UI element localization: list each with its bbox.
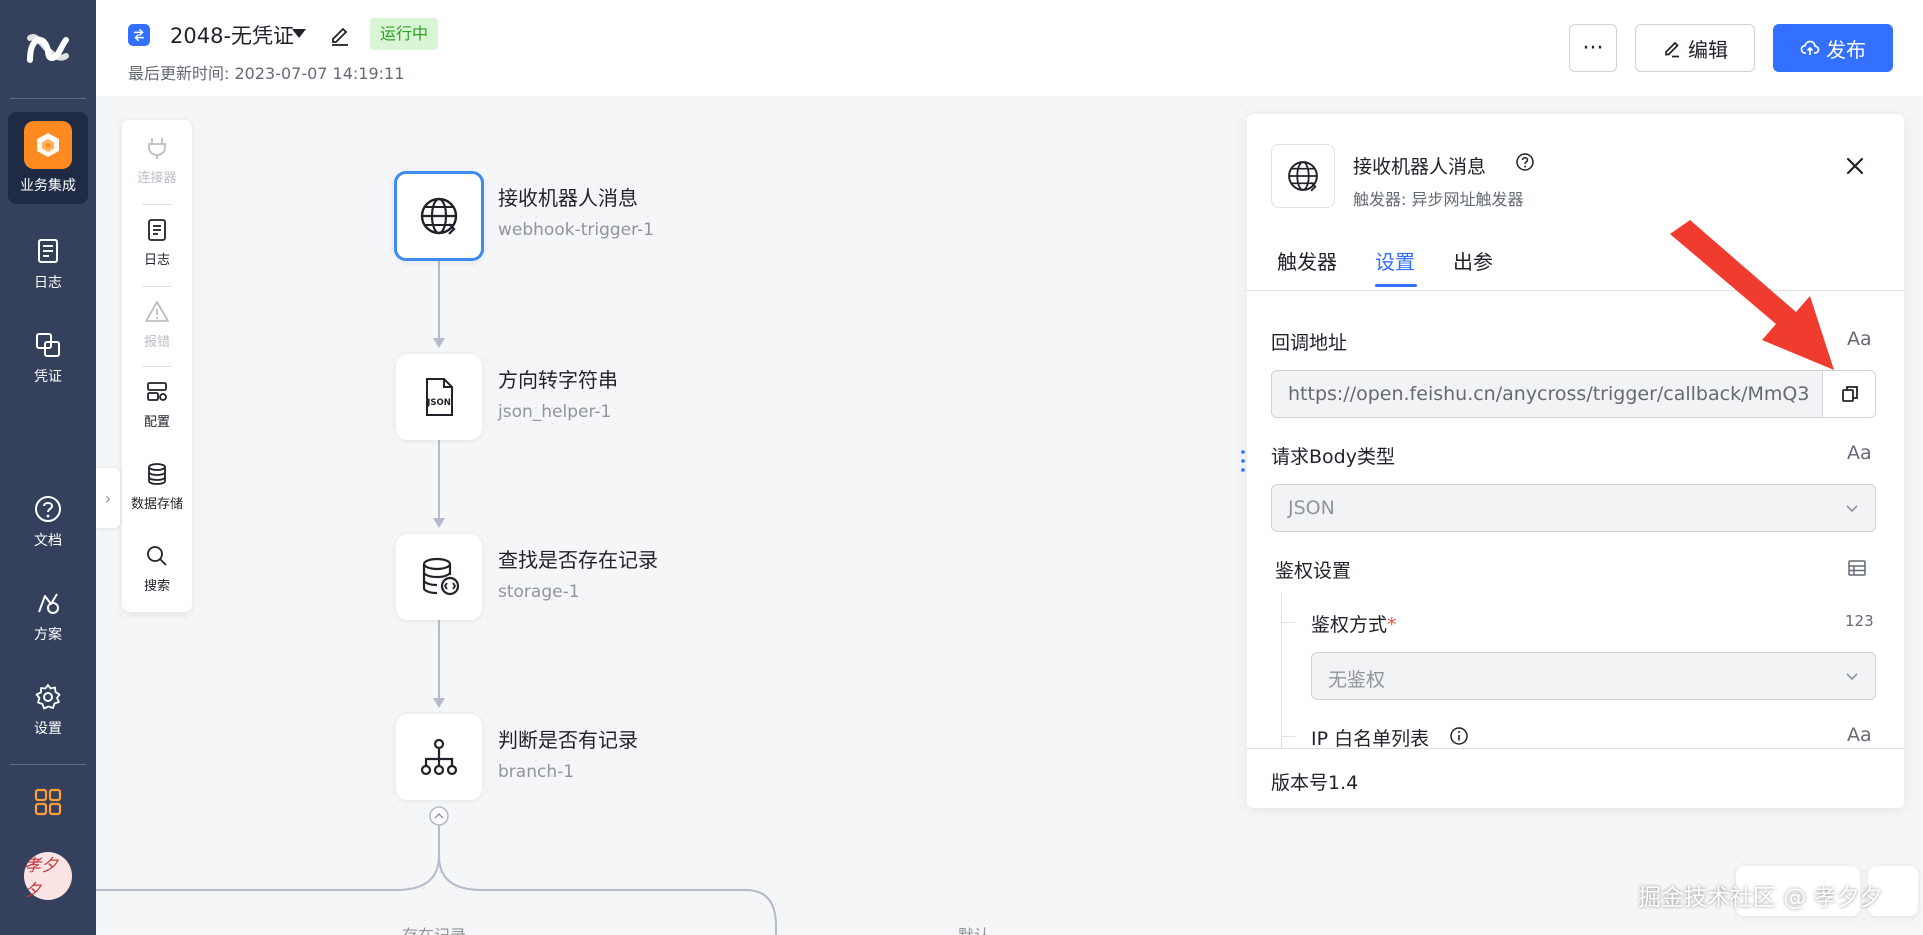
nav-item-settings[interactable]: 设置 — [8, 664, 88, 756]
publish-button[interactable]: 发布 — [1773, 24, 1893, 72]
node-id: storage-1 — [498, 582, 580, 602]
node-webhook-trigger[interactable] — [394, 171, 484, 261]
version-label: 版本号1.4 — [1271, 772, 1359, 794]
nav-item-log[interactable]: 日志 — [8, 218, 88, 310]
nav-label: 业务集成 — [20, 178, 76, 194]
node-json-helper[interactable]: JSON — [396, 354, 482, 440]
globe-icon — [1288, 161, 1318, 192]
edit-label: 编辑 — [1688, 37, 1728, 62]
active-tab-indicator — [1375, 284, 1417, 287]
help-icon[interactable] — [1515, 152, 1535, 172]
panel-node-icon — [1271, 144, 1335, 208]
cloud-upload-icon — [1800, 40, 1820, 55]
nav-item-credential[interactable]: 凭证 — [8, 312, 88, 404]
flow-icon — [128, 24, 150, 46]
nav-divider — [10, 98, 86, 99]
auth-method-text: 鉴权方式 — [1311, 614, 1388, 636]
panel-footer-divider — [1247, 748, 1904, 749]
callback-label: 回调地址 — [1271, 332, 1348, 354]
nav-label: 设置 — [34, 721, 62, 737]
body-type-select[interactable]: JSON — [1271, 484, 1876, 532]
globe-icon — [420, 197, 458, 235]
auth-method-value: 无鉴权 — [1328, 669, 1386, 691]
node-id: branch-1 — [498, 762, 575, 782]
watermark: 掘金技术社区 @ 孝夕夕 — [1638, 885, 1883, 911]
tree-line — [1281, 592, 1282, 748]
nav-label: 日志 — [34, 275, 62, 291]
pencil-icon[interactable] — [328, 22, 352, 46]
nav-item-integration[interactable]: 业务集成 — [8, 112, 88, 204]
app-logo-icon[interactable] — [24, 28, 72, 68]
chevron-down-icon — [1846, 505, 1858, 513]
node-title: 查找是否存在记录 — [498, 548, 658, 572]
text-type-icon: Aa — [1847, 724, 1872, 746]
tree-line — [1281, 622, 1295, 623]
updated-time: 最后更新时间: 2023-07-07 14:19:11 — [128, 64, 405, 83]
close-icon[interactable] — [1843, 154, 1867, 178]
more-label: ··· — [1582, 35, 1604, 61]
auth-method-label: 鉴权方式* — [1311, 610, 1397, 637]
tree-line — [1281, 736, 1295, 737]
solution-icon — [38, 593, 59, 614]
credential-icon — [36, 333, 60, 357]
flow-title: 2048-无凭证 — [170, 24, 295, 48]
json-icon: JSON — [426, 378, 453, 416]
annotation-arrow — [1670, 220, 1834, 370]
node-branch[interactable] — [396, 714, 482, 800]
tab-output[interactable]: 出参 — [1453, 246, 1493, 275]
node-title: 判断是否有记录 — [498, 728, 638, 752]
ip-whitelist-label: IP 白名单列表 — [1311, 728, 1430, 750]
nav-item-docs[interactable]: 文档 — [8, 476, 88, 568]
node-title: 接收机器人消息 — [498, 186, 638, 210]
database-icon — [422, 557, 460, 596]
required-mark: * — [1387, 614, 1397, 636]
help-icon — [35, 496, 61, 522]
branch-label: 默认 — [958, 922, 990, 935]
text-type-icon: Aa — [1847, 442, 1872, 464]
body-type-value: JSON — [1288, 497, 1335, 519]
text-type-icon: Aa — [1847, 328, 1872, 350]
table-icon — [1848, 560, 1866, 576]
log-icon — [38, 239, 58, 263]
panel-title: 接收机器人消息 — [1353, 156, 1487, 178]
body-type-label: 请求Body类型 — [1271, 446, 1395, 468]
node-storage[interactable] — [396, 534, 482, 620]
node-title: 方向转字符串 — [498, 368, 618, 392]
node-id: json_helper-1 — [498, 402, 612, 422]
drag-handle-icon[interactable] — [1240, 448, 1246, 474]
integration-icon — [24, 121, 72, 169]
gear-icon — [35, 684, 61, 710]
panel-subtitle: 触发器: 异步网址触发器 — [1353, 190, 1524, 209]
pencil-icon — [1665, 41, 1679, 58]
branch-label: 存在记录 — [402, 922, 466, 935]
nav-label: 方案 — [34, 627, 62, 643]
number-type-icon: 123 — [1845, 612, 1874, 630]
info-icon[interactable] — [1449, 726, 1469, 746]
node-id: webhook-trigger-1 — [498, 220, 654, 240]
nav-label: 文档 — [34, 533, 62, 549]
chevron-down-icon[interactable] — [292, 29, 306, 38]
branch-icon — [420, 738, 458, 776]
chevron-down-icon — [1846, 673, 1858, 681]
status-badge: 运行中 — [370, 18, 439, 50]
svg-text:JSON: JSON — [426, 398, 451, 408]
nav-label: 凭证 — [34, 369, 62, 385]
more-button[interactable]: ··· — [1569, 24, 1617, 72]
tab-trigger[interactable]: 触发器 — [1277, 246, 1337, 275]
apps-grid-icon[interactable] — [34, 788, 62, 816]
auth-settings-label: 鉴权设置 — [1275, 560, 1352, 582]
tab-settings[interactable]: 设置 — [1375, 246, 1415, 275]
avatar[interactable]: 孝夕夕 — [24, 852, 72, 901]
edit-button[interactable]: 编辑 — [1635, 24, 1755, 72]
left-nav: 业务集成 日志 凭证 文档 方案 设置 孝夕夕 — [0, 0, 96, 935]
auth-method-select[interactable]: 无鉴权 — [1311, 652, 1876, 700]
top-header: 2048-无凭证 运行中 最后更新时间: 2023-07-07 14:19:11… — [96, 0, 1923, 96]
publish-label: 发布 — [1826, 37, 1866, 62]
nav-divider — [10, 764, 86, 765]
node-config-panel: 接收机器人消息 触发器: 异步网址触发器 触发器 设置 出参 回调地址 Aa h… — [1247, 114, 1904, 808]
nav-item-solution[interactable]: 方案 — [8, 570, 88, 662]
